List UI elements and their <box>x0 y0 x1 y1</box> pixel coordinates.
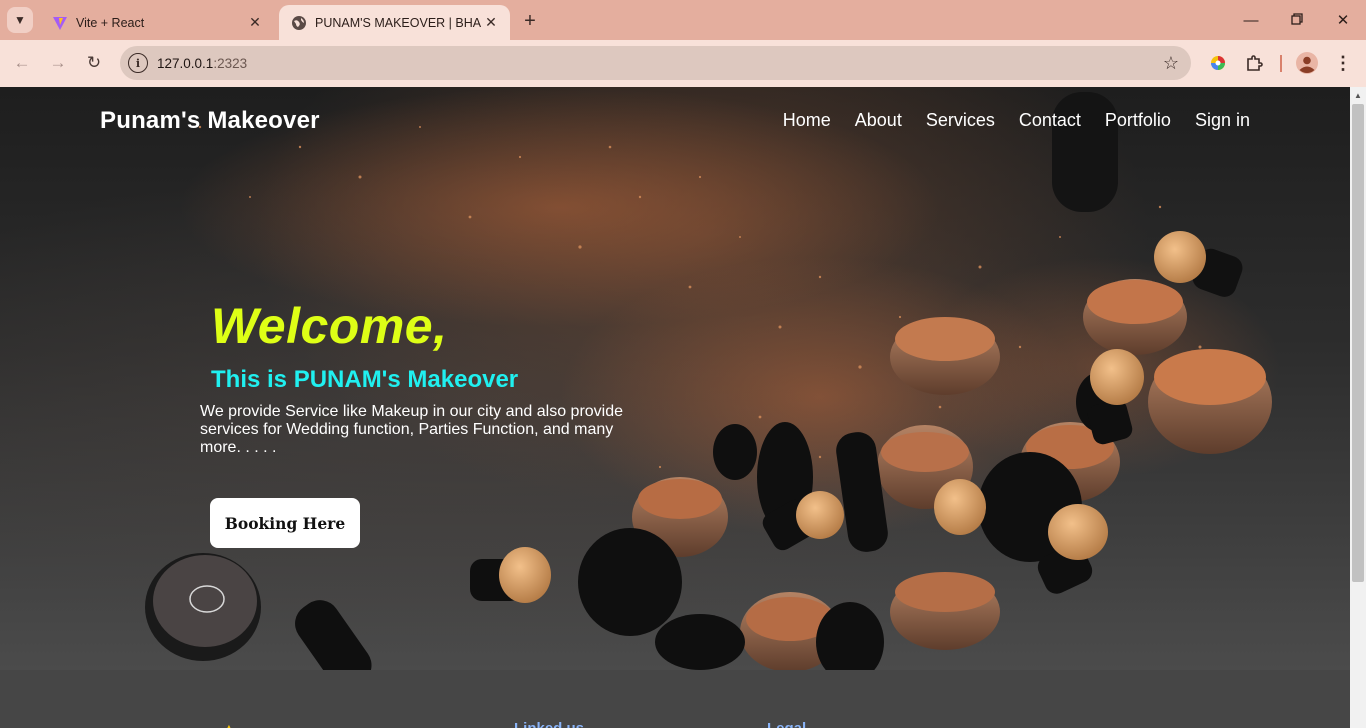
globe-icon <box>291 15 307 31</box>
site-info-icon[interactable]: i <box>128 53 148 73</box>
minimize-button[interactable]: — <box>1228 0 1274 40</box>
site-nav: Home About Services Contact Portfolio Si… <box>783 110 1250 131</box>
hero-subtitle: This is PUNAM's Makeover <box>211 366 519 393</box>
page-viewport: Punam's Makeover Home About Services Con… <box>0 87 1350 728</box>
arrow-left-icon: ← <box>13 53 31 72</box>
close-icon: ✕ <box>1336 12 1350 29</box>
booking-button[interactable]: Booking Here <box>210 498 360 548</box>
plus-icon: + <box>524 9 536 32</box>
hero-section: Punam's Makeover Home About Services Con… <box>0 87 1350 670</box>
close-icon[interactable]: ✕ <box>482 14 500 32</box>
arrow-right-icon: → <box>49 53 67 72</box>
close-window-button[interactable]: ✕ <box>1320 0 1366 40</box>
cosmetics-hero-image <box>145 87 1280 670</box>
tab-title: PUNAM'S MAKEOVER | BHANDARA <box>315 15 482 30</box>
vite-logo-icon <box>52 15 68 31</box>
kebab-menu-icon: ⋮ <box>1334 52 1352 73</box>
hero-welcome-heading: Welcome, <box>211 298 448 354</box>
forward-button[interactable]: → <box>45 50 71 76</box>
scroll-up-arrow-icon[interactable]: ▲ <box>1350 87 1366 103</box>
tab-punams-makeover[interactable]: PUNAM'S MAKEOVER | BHANDARA ✕ <box>279 5 510 40</box>
toolbar-divider <box>1280 55 1282 72</box>
minimize-icon: — <box>1243 11 1259 29</box>
browser-toolbar: ← → ↻ i 127.0.0.1:2323 ☆ ⋮ <box>0 40 1366 87</box>
page-scrollbar[interactable]: ▲ <box>1350 87 1366 728</box>
nav-services[interactable]: Services <box>926 110 995 131</box>
footer-logo-icon: ▲ <box>222 720 236 728</box>
tab-title: Vite + React <box>76 15 145 30</box>
footer-linked-us[interactable]: Linked us <box>514 720 584 728</box>
color-extension-icon[interactable] <box>1205 50 1231 76</box>
back-button[interactable]: ← <box>9 50 35 76</box>
nav-portfolio[interactable]: Portfolio <box>1105 110 1171 131</box>
hero-description: We provide Service like Makeup in our ci… <box>200 403 624 456</box>
footer-legal[interactable]: Legal <box>767 720 806 728</box>
site-footer: ▲ Linked us Legal <box>0 670 1350 728</box>
nav-about[interactable]: About <box>855 110 902 131</box>
address-bar[interactable]: i 127.0.0.1:2323 ☆ <box>120 46 1191 80</box>
extensions-puzzle-icon[interactable] <box>1241 50 1267 76</box>
tab-search-button[interactable]: ▼ <box>7 7 33 33</box>
new-tab-button[interactable]: + <box>518 9 542 33</box>
tab-strip: ▼ Vite + React ✕ PUNAM'S MAKEOVER | BHAN… <box>0 0 1366 40</box>
restore-button[interactable] <box>1274 0 1320 40</box>
nav-contact[interactable]: Contact <box>1019 110 1081 131</box>
tab-vite-react[interactable]: Vite + React ✕ <box>40 5 274 40</box>
scroll-thumb[interactable] <box>1352 104 1364 582</box>
restore-icon <box>1291 12 1303 29</box>
nav-sign-in[interactable]: Sign in <box>1195 110 1250 131</box>
bookmark-star-icon[interactable]: ☆ <box>1163 53 1179 74</box>
profile-avatar-icon[interactable] <box>1294 50 1320 76</box>
nav-home[interactable]: Home <box>783 110 831 131</box>
browser-menu-button[interactable]: ⋮ <box>1330 50 1356 76</box>
site-brand[interactable]: Punam's Makeover <box>100 107 320 135</box>
close-icon[interactable]: ✕ <box>246 14 264 32</box>
reload-button[interactable]: ↻ <box>81 50 107 76</box>
url-text: 127.0.0.1:2323 <box>157 55 248 71</box>
reload-icon: ↻ <box>86 53 102 72</box>
chevron-down-icon: ▼ <box>14 13 26 27</box>
